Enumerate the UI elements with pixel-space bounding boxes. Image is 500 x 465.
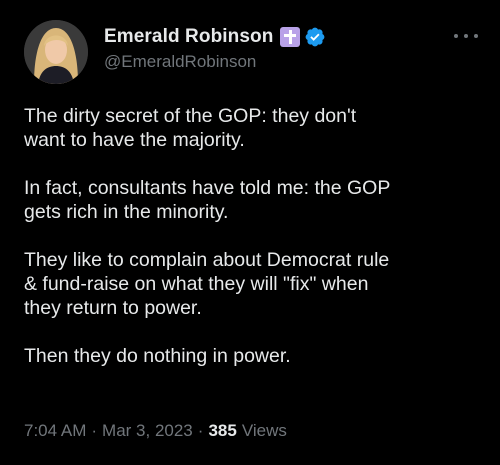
meta-separator: · [91, 421, 98, 440]
handle[interactable]: @EmeraldRobinson [104, 52, 326, 72]
views-count: 385 [208, 421, 237, 440]
tweet-date[interactable]: Mar 3, 2023 [102, 421, 193, 441]
views-label: Views [241, 421, 287, 440]
tweet-paragraph: In fact, consultants have told me: the G… [24, 177, 391, 223]
tweet-paragraph: They like to complain about Democrat rul… [24, 249, 390, 319]
tweet-card: Emerald Robinson @EmeraldRobinson The di… [0, 0, 500, 465]
tweet-text: The dirty secret of the GOP: they don't … [24, 104, 484, 392]
tweet-paragraph: The dirty secret of the GOP: they don't … [24, 105, 357, 151]
name-row: Emerald Robinson [104, 24, 326, 50]
display-name[interactable]: Emerald Robinson [104, 26, 273, 48]
tweet-time[interactable]: 7:04 AM [24, 421, 86, 441]
avatar[interactable] [24, 20, 88, 84]
tweet-paragraph: Then they do nothing in power. [24, 345, 291, 367]
author-header: Emerald Robinson @EmeraldRobinson [104, 24, 326, 72]
tweet-meta: 7:04 AM · Mar 3, 2023 · 385 Views [24, 421, 287, 441]
ellipsis-icon[interactable] [454, 30, 478, 42]
profile-photo-icon [24, 20, 88, 84]
meta-separator: · [197, 421, 204, 440]
verified-icon [306, 27, 325, 47]
cross-icon [280, 27, 301, 47]
